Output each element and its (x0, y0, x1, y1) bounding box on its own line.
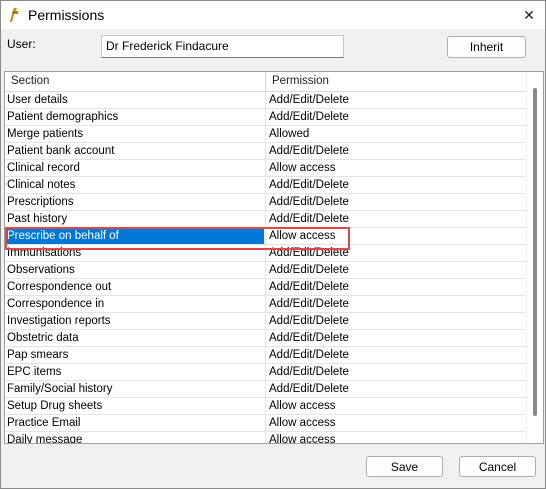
table-row[interactable]: Obstetric data Add/Edit/Delete (5, 330, 527, 347)
section-cell[interactable]: EPC items (5, 364, 264, 380)
grid-header: Section Permission (5, 72, 527, 92)
user-field[interactable]: Dr Frederick Findacure (101, 35, 344, 58)
permission-cell[interactable]: Add/Edit/Delete (265, 262, 527, 278)
table-row[interactable]: Prescribe on behalf of Allow access (5, 228, 527, 245)
section-cell[interactable]: Daily message (5, 432, 264, 443)
table-row[interactable]: Clinical notes Add/Edit/Delete (5, 177, 527, 194)
section-cell[interactable]: Clinical record (5, 160, 264, 176)
section-cell[interactable]: Patient bank account (5, 143, 264, 159)
table-row[interactable]: Setup Drug sheets Allow access (5, 398, 527, 415)
table-row[interactable]: Correspondence out Add/Edit/Delete (5, 279, 527, 296)
permission-cell[interactable]: Allow access (265, 398, 527, 414)
table-row[interactable]: Daily message Allow access (5, 432, 527, 443)
permission-cell[interactable]: Allow access (265, 432, 527, 443)
section-cell[interactable]: Family/Social history (5, 381, 264, 397)
table-row[interactable]: Patient bank account Add/Edit/Delete (5, 143, 527, 160)
section-cell[interactable]: Practice Email (5, 415, 264, 431)
permission-cell[interactable]: Add/Edit/Delete (265, 92, 527, 108)
app-logo-icon (10, 7, 19, 22)
section-cell[interactable]: Investigation reports (5, 313, 264, 329)
table-row[interactable]: Practice Email Allow access (5, 415, 527, 432)
permission-cell[interactable]: Add/Edit/Delete (265, 109, 527, 125)
permission-cell[interactable]: Add/Edit/Delete (265, 211, 527, 227)
table-row[interactable]: Past history Add/Edit/Delete (5, 211, 527, 228)
section-cell[interactable]: User details (5, 92, 264, 108)
table-row[interactable]: Merge patients Allowed (5, 126, 527, 143)
table-row[interactable]: User details Add/Edit/Delete (5, 92, 527, 109)
permission-cell[interactable]: Add/Edit/Delete (265, 313, 527, 329)
section-cell[interactable]: Past history (5, 211, 264, 227)
permission-cell[interactable]: Add/Edit/Delete (265, 245, 527, 261)
table-row[interactable]: EPC items Add/Edit/Delete (5, 364, 527, 381)
table-row[interactable]: Observations Add/Edit/Delete (5, 262, 527, 279)
table-row[interactable]: Clinical record Allow access (5, 160, 527, 177)
section-cell[interactable]: Pap smears (5, 347, 264, 363)
permission-cell[interactable]: Add/Edit/Delete (265, 296, 527, 312)
permission-cell[interactable]: Allow access (265, 415, 527, 431)
table-row[interactable]: Patient demographics Add/Edit/Delete (5, 109, 527, 126)
save-button[interactable]: Save (366, 456, 443, 477)
window-title: Permissions (28, 7, 105, 23)
permission-cell[interactable]: Add/Edit/Delete (265, 347, 527, 363)
table-row[interactable]: Family/Social history Add/Edit/Delete (5, 381, 527, 398)
section-cell[interactable]: Correspondence out (5, 279, 264, 295)
section-cell[interactable]: Prescribe on behalf of (5, 228, 264, 244)
permission-cell[interactable]: Add/Edit/Delete (265, 194, 527, 210)
section-cell[interactable]: Setup Drug sheets (5, 398, 264, 414)
column-header-permission[interactable]: Permission (272, 75, 329, 87)
scrollbar-thumb[interactable] (533, 88, 537, 416)
permission-cell[interactable]: Allow access (265, 160, 527, 176)
permission-cell[interactable]: Add/Edit/Delete (265, 279, 527, 295)
permission-cell[interactable]: Allow access (265, 228, 527, 244)
permission-cell[interactable]: Allowed (265, 126, 527, 142)
table-row[interactable]: Pap smears Add/Edit/Delete (5, 347, 527, 364)
table-row[interactable]: Investigation reports Add/Edit/Delete (5, 313, 527, 330)
table-row[interactable]: Prescriptions Add/Edit/Delete (5, 194, 527, 211)
section-cell[interactable]: Obstetric data (5, 330, 264, 346)
table-row[interactable]: Correspondence in Add/Edit/Delete (5, 296, 527, 313)
permission-cell[interactable]: Add/Edit/Delete (265, 364, 527, 380)
grid-rows: User details Add/Edit/Delete Patient demog… (5, 92, 527, 443)
permissions-grid[interactable]: Section Permission User details Add/Edit/… (4, 71, 544, 444)
user-label: User: (7, 37, 36, 51)
section-cell[interactable]: Immunisations (5, 245, 264, 261)
section-cell[interactable]: Observations (5, 262, 264, 278)
permission-cell[interactable]: Add/Edit/Delete (265, 330, 527, 346)
table-row[interactable]: Immunisations Add/Edit/Delete (5, 245, 527, 262)
column-header-section[interactable]: Section (11, 75, 49, 87)
inherit-button[interactable]: Inherit (447, 36, 526, 58)
permission-cell[interactable]: Add/Edit/Delete (265, 177, 527, 193)
permission-cell[interactable]: Add/Edit/Delete (265, 143, 527, 159)
title-bar: Permissions ✕ (1, 1, 545, 29)
vertical-scrollbar[interactable] (526, 72, 543, 443)
column-divider[interactable] (265, 72, 266, 92)
close-icon[interactable]: ✕ (513, 1, 545, 29)
cancel-button[interactable]: Cancel (459, 456, 536, 477)
section-cell[interactable]: Clinical notes (5, 177, 264, 193)
permissions-dialog: Permissions ✕ User: Dr Frederick Findacu… (0, 0, 546, 489)
section-cell[interactable]: Patient demographics (5, 109, 264, 125)
section-cell[interactable]: Merge patients (5, 126, 264, 142)
permission-cell[interactable]: Add/Edit/Delete (265, 381, 527, 397)
section-cell[interactable]: Prescriptions (5, 194, 264, 210)
section-cell[interactable]: Correspondence in (5, 296, 264, 312)
